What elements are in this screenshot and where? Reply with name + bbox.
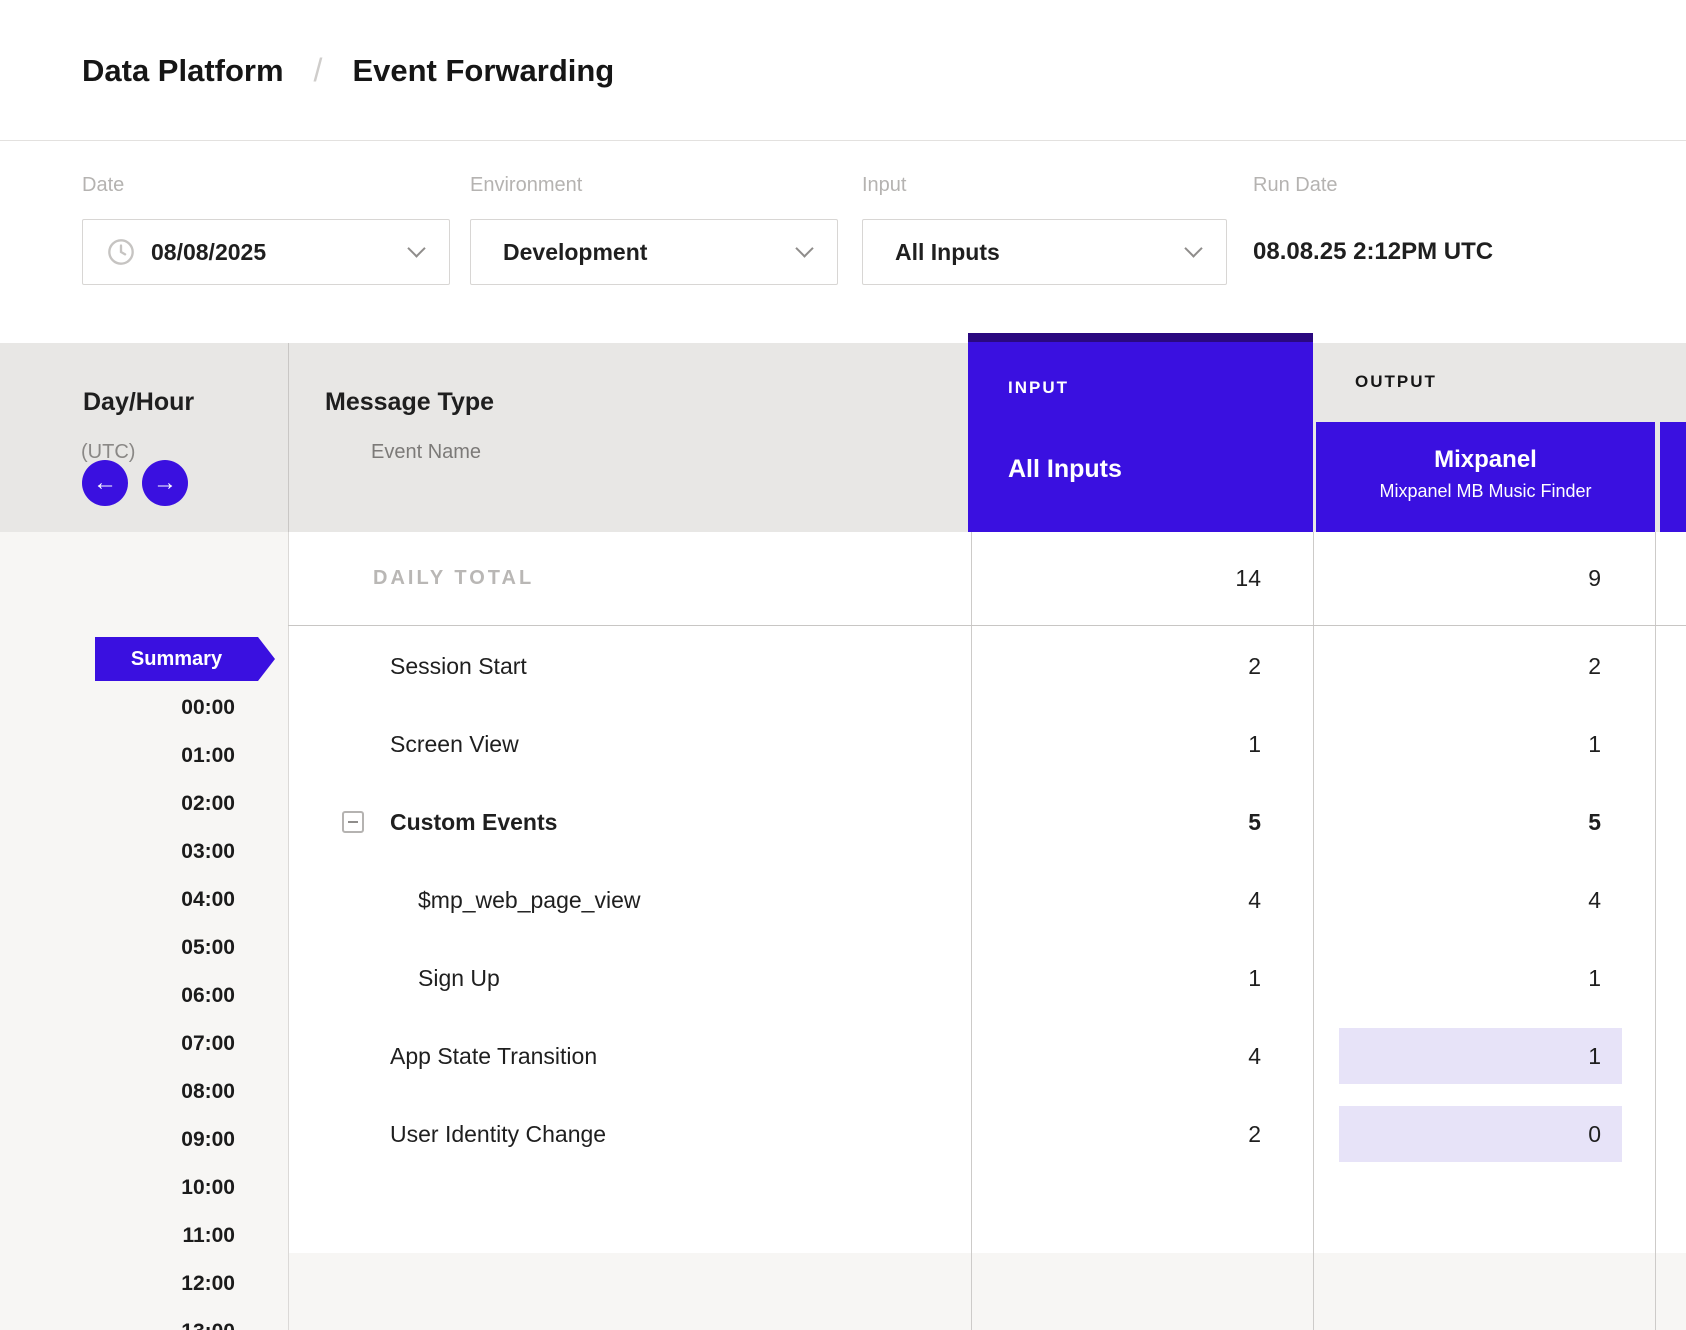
- table-row: Screen View 1 1: [288, 705, 1686, 783]
- event-name-subtitle: Event Name: [371, 441, 481, 464]
- table-row: Custom Events 5 5: [288, 783, 1686, 861]
- hourly-section-band: [288, 1253, 1686, 1330]
- chevron-down-icon: [407, 239, 425, 257]
- output-count: 2: [1588, 653, 1601, 680]
- input-count: 4: [1248, 887, 1261, 914]
- page-header: Data Platform / Event Forwarding: [0, 0, 1686, 141]
- output-count: 1: [1588, 731, 1601, 758]
- message-type-label: App State Transition: [390, 1043, 597, 1070]
- mixpanel-name: Mixpanel: [1316, 446, 1655, 474]
- daily-total-label: DAILY TOTAL: [373, 532, 534, 625]
- sidebar-hour-05:00[interactable]: 05:00: [0, 924, 235, 972]
- input-count: 2: [1248, 1121, 1261, 1148]
- table-row: Session Start 2 2: [288, 627, 1686, 705]
- sidebar-summary-tab[interactable]: Summary: [95, 637, 275, 681]
- environment-filter-label: Environment: [470, 174, 582, 197]
- mixpanel-connection-name: Mixpanel MB Music Finder: [1316, 481, 1655, 502]
- output-count: 1: [1588, 1043, 1601, 1070]
- output-count: 5: [1588, 809, 1601, 836]
- output-section-label: OUTPUT: [1355, 372, 1437, 392]
- input-count: 1: [1248, 965, 1261, 992]
- table-row: App State Transition 4 1: [288, 1017, 1686, 1095]
- run-date-label: Run Date: [1253, 174, 1338, 197]
- message-type-rows: Session Start 2 2 Screen View 1 1 Custom…: [288, 627, 1686, 1173]
- environment-value: Development: [503, 239, 647, 266]
- sidebar-hour-12:00[interactable]: 12:00: [0, 1260, 235, 1308]
- input-value: All Inputs: [895, 239, 1000, 266]
- breadcrumb-item-event-forwarding[interactable]: Event Forwarding: [352, 53, 614, 89]
- chevron-down-icon: [795, 239, 813, 257]
- highlight: [1339, 1028, 1622, 1084]
- previous-day-button[interactable]: ←: [82, 460, 128, 506]
- table-row: User Identity Change 2 0: [288, 1095, 1686, 1173]
- daily-total-row: DAILY TOTAL 14 9: [288, 532, 1686, 626]
- input-column-name: All Inputs: [1008, 455, 1122, 484]
- input-column-header: INPUT All Inputs: [968, 333, 1313, 532]
- filter-bar: Date Environment Input Run Date 08/08/20…: [0, 142, 1686, 343]
- daily-total-output-count: 9: [1313, 532, 1601, 625]
- message-type-label: Sign Up: [418, 965, 500, 992]
- table-row: Sign Up 1 1: [288, 939, 1686, 1017]
- date-dropdown[interactable]: 08/08/2025: [82, 219, 450, 285]
- day-hour-column-title: Day/Hour: [83, 388, 194, 417]
- highlight: [1339, 1106, 1622, 1162]
- sidebar-hour-06:00[interactable]: 06:00: [0, 972, 235, 1020]
- sidebar-hour-00:00[interactable]: 00:00: [0, 684, 235, 732]
- sidebar-hour-10:00[interactable]: 10:00: [0, 1164, 235, 1212]
- run-date-value: 08.08.25 2:12PM UTC: [1253, 219, 1493, 285]
- next-output-column-partial: [1660, 422, 1686, 532]
- message-type-label: User Identity Change: [390, 1121, 606, 1148]
- next-day-button[interactable]: →: [142, 460, 188, 506]
- input-count: 4: [1248, 1043, 1261, 1070]
- daily-total-input-count: 14: [971, 532, 1261, 625]
- breadcrumb-separator: /: [314, 52, 323, 89]
- sidebar-hour-13:00[interactable]: 13:00: [0, 1308, 235, 1330]
- message-type-label: $mp_web_page_view: [418, 887, 641, 914]
- output-count: 0: [1588, 1121, 1601, 1148]
- sidebar-hour-02:00[interactable]: 02:00: [0, 780, 235, 828]
- table-row: $mp_web_page_view 4 4: [288, 861, 1686, 939]
- message-type-label: Session Start: [390, 653, 527, 680]
- input-count: 1: [1248, 731, 1261, 758]
- mixpanel-column-header[interactable]: Mixpanel Mixpanel MB Music Finder: [1316, 422, 1655, 532]
- environment-dropdown[interactable]: Development: [470, 219, 838, 285]
- input-filter-label: Input: [862, 174, 906, 197]
- input-section-label: INPUT: [1008, 378, 1069, 398]
- input-count: 5: [1248, 809, 1261, 836]
- date-value: 08/08/2025: [151, 239, 266, 266]
- sidebar-hour-11:00[interactable]: 11:00: [0, 1212, 235, 1260]
- column-divider: [288, 343, 289, 532]
- date-filter-label: Date: [82, 174, 124, 197]
- input-dropdown[interactable]: All Inputs: [862, 219, 1227, 285]
- breadcrumb: Data Platform / Event Forwarding: [82, 0, 614, 141]
- input-count: 2: [1248, 653, 1261, 680]
- sidebar-hour-07:00[interactable]: 07:00: [0, 1020, 235, 1068]
- event-forwarding-page: Data Platform / Event Forwarding Date En…: [0, 0, 1686, 1330]
- sidebar-hour-03:00[interactable]: 03:00: [0, 828, 235, 876]
- sidebar-hour-09:00[interactable]: 09:00: [0, 1116, 235, 1164]
- clock-icon: [107, 238, 135, 266]
- chevron-down-icon: [1184, 239, 1202, 257]
- message-type-label: Screen View: [390, 731, 519, 758]
- output-count: 1: [1588, 965, 1601, 992]
- message-type-column-title: Message Type: [325, 388, 494, 417]
- output-count: 4: [1588, 887, 1601, 914]
- collapse-toggle-icon[interactable]: [342, 811, 364, 833]
- breadcrumb-item-data-platform[interactable]: Data Platform: [82, 53, 284, 89]
- sidebar-hour-01:00[interactable]: 01:00: [0, 732, 235, 780]
- sidebar-hour-08:00[interactable]: 08:00: [0, 1068, 235, 1116]
- message-type-label: Custom Events: [390, 809, 557, 836]
- sidebar-hour-04:00[interactable]: 04:00: [0, 876, 235, 924]
